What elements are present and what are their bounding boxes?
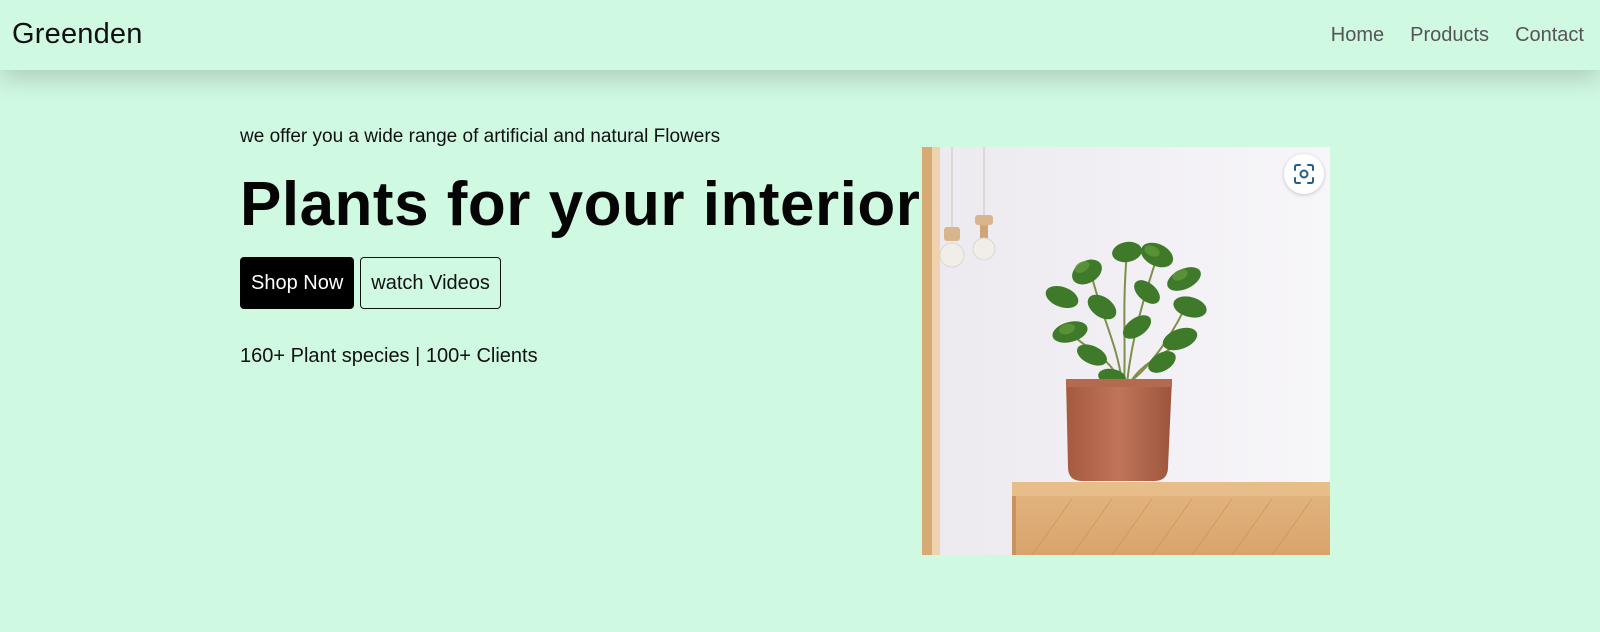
visual-search-button[interactable] [1284,154,1324,194]
plant-illustration [922,147,1330,555]
hero-plant-image [922,147,1330,555]
watch-videos-button[interactable]: watch Videos [360,257,501,310]
shop-now-button[interactable]: Shop Now [240,257,355,310]
nav-link-products[interactable]: Products [1410,24,1489,47]
cta-row: Shop Now watch Videos [240,257,920,310]
visual-search-icon [1294,164,1314,184]
navbar: Greenden Home Products Contact [0,0,1600,70]
hero-tagline: we offer you a wide range of artificial … [240,126,721,147]
hero-section: we offer you a wide range of artificial … [240,126,920,368]
hero-stats: 160+ Plant species | 100+ Clients [240,345,538,368]
nav-link-home[interactable]: Home [1331,24,1384,47]
hero-headline: Plants for your interior [240,170,921,239]
nav-links: Home Products Contact [1331,24,1584,47]
brand-logo[interactable]: Greenden [12,18,143,51]
nav-link-contact[interactable]: Contact [1515,24,1584,47]
